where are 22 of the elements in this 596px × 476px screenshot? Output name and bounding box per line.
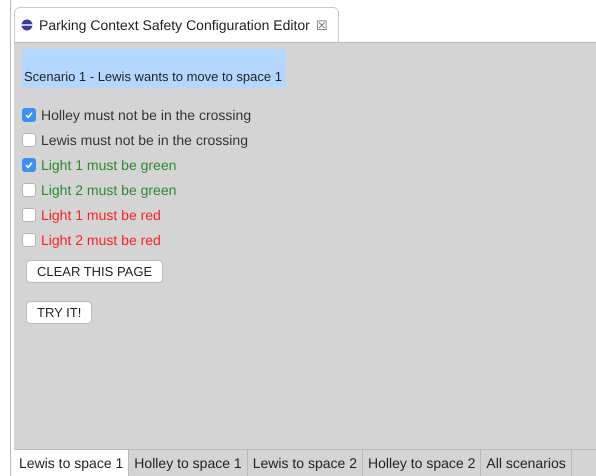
editor-title: Parking Context Safety Configuration Editor bbox=[39, 17, 310, 33]
checkbox[interactable] bbox=[22, 208, 36, 222]
checkbox[interactable] bbox=[22, 132, 36, 146]
condition-label: Holley must not be in the crossing bbox=[41, 106, 252, 122]
checkbox[interactable] bbox=[22, 158, 36, 172]
page-tab[interactable]: Lewis to space 1 bbox=[14, 450, 130, 476]
checkbox[interactable] bbox=[22, 108, 36, 122]
close-icon[interactable]: ☒ bbox=[316, 18, 328, 32]
checkmark-icon bbox=[24, 110, 34, 120]
checkbox[interactable] bbox=[22, 232, 36, 246]
condition-label: Light 1 must be green bbox=[41, 156, 176, 172]
condition-label: Light 1 must be red bbox=[41, 206, 161, 222]
editor-tab[interactable]: Parking Context Safety Configuration Editor ☒ bbox=[14, 7, 339, 42]
condition-label: Light 2 must be green bbox=[41, 182, 176, 198]
sphere-icon bbox=[21, 19, 33, 31]
checkbox[interactable] bbox=[22, 182, 36, 196]
try-button[interactable]: TRY IT! bbox=[26, 301, 92, 324]
checkmark-icon bbox=[24, 160, 34, 170]
condition-label: Lewis must not be in the crossing bbox=[41, 132, 248, 148]
condition-label: Light 2 must be red bbox=[41, 232, 161, 248]
clear-button[interactable]: CLEAR THIS PAGE bbox=[26, 260, 164, 283]
scenario-title: Scenario 1 - Lewis wants to move to space 1 bbox=[22, 49, 286, 88]
